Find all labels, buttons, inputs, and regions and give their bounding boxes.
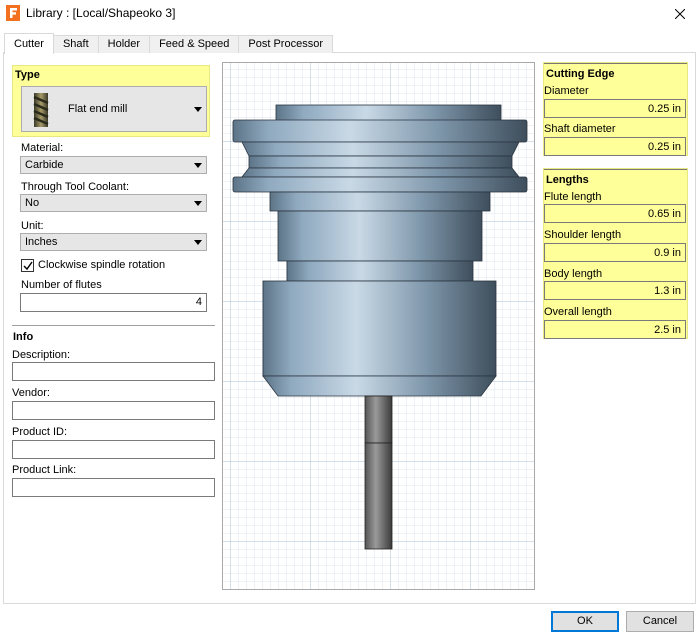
material-dropdown[interactable]: Carbide (20, 156, 207, 174)
coolant-dropdown[interactable]: No (20, 194, 207, 212)
cancel-button[interactable]: Cancel (626, 611, 694, 632)
flute-length-input[interactable]: 0.65 in (544, 204, 686, 223)
unit-dropdown[interactable]: Inches (20, 233, 207, 251)
tool-type-value: Flat end mill (68, 103, 128, 115)
tool-type-dropdown[interactable]: Flat end mill (21, 86, 207, 132)
chevron-down-icon (194, 107, 202, 112)
tool-holder-render (223, 63, 534, 589)
shaft-diameter-input[interactable]: 0.25 in (544, 137, 686, 156)
type-section: Type Flat end mill (12, 65, 210, 137)
material-label: Material: (21, 142, 64, 154)
vendor-label: Vendor: (12, 387, 50, 399)
lengths-section: Lengths Flute length 0.65 in Shoulder le… (543, 168, 688, 339)
flutes-input[interactable]: 4 (20, 293, 207, 312)
overall-length-label: Overall length (544, 306, 612, 318)
unit-value: Inches (25, 236, 58, 248)
flutes-value: 4 (195, 296, 202, 308)
unit-label: Unit: (21, 220, 44, 232)
checkmark-icon (23, 261, 33, 271)
vendor-input[interactable] (12, 401, 215, 420)
body-length-value: 1.3 in (654, 285, 681, 297)
tab-feed-speed[interactable]: Feed & Speed (149, 35, 240, 53)
shoulder-length-label: Shoulder length (544, 229, 622, 241)
close-icon (675, 9, 685, 19)
window-title: Library : [Local/Shapeoko 3] (26, 6, 176, 20)
shoulder-length-value: 0.9 in (654, 247, 681, 259)
title-bar: Library : [Local/Shapeoko 3] (0, 0, 700, 28)
flat-end-mill-icon (33, 93, 49, 127)
cutter-shaft (364, 395, 393, 550)
product-link-input[interactable] (12, 478, 215, 497)
chevron-down-icon (194, 163, 202, 168)
lengths-title: Lengths (546, 174, 589, 186)
shaft-diameter-label: Shaft diameter (544, 123, 616, 135)
clockwise-label: Clockwise spindle rotation (38, 259, 166, 271)
info-divider (12, 325, 215, 326)
diameter-input[interactable]: 0.25 in (544, 99, 686, 118)
description-input[interactable] (12, 362, 215, 381)
chevron-down-icon (194, 240, 202, 245)
tab-post-processor[interactable]: Post Processor (238, 35, 333, 53)
shoulder-length-input[interactable]: 0.9 in (544, 243, 686, 262)
tool-preview[interactable] (222, 62, 535, 590)
coolant-label: Through Tool Coolant: (21, 181, 130, 193)
type-title: Type (15, 69, 40, 81)
overall-length-value: 2.5 in (654, 324, 681, 336)
body-length-label: Body length (544, 268, 603, 280)
ok-button[interactable]: OK (551, 611, 619, 632)
product-id-input[interactable] (12, 440, 215, 459)
cutting-edge-section: Cutting Edge Diameter 0.25 in Shaft diam… (543, 62, 688, 156)
flute-length-value: 0.65 in (647, 208, 681, 220)
diameter-value: 0.25 in (647, 103, 681, 115)
fusion-f-icon (6, 5, 20, 21)
info-title: Info (13, 331, 34, 343)
tab-holder[interactable]: Holder (97, 35, 151, 53)
section-divider (544, 63, 687, 64)
description-label: Description: (12, 349, 71, 361)
tab-shaft[interactable]: Shaft (52, 35, 99, 53)
tab-bar: Cutter Shaft Holder Feed & Speed Post Pr… (4, 33, 333, 54)
chevron-down-icon (194, 201, 202, 206)
cutting-edge-title: Cutting Edge (546, 68, 615, 80)
tab-cutter[interactable]: Cutter (4, 33, 54, 54)
product-link-label: Product Link: (12, 464, 77, 476)
section-divider (544, 169, 687, 170)
body-length-input[interactable]: 1.3 in (544, 281, 686, 300)
clockwise-checkbox[interactable] (21, 259, 34, 272)
coolant-value: No (25, 197, 40, 209)
diameter-label: Diameter (544, 85, 589, 97)
material-value: Carbide (25, 159, 64, 171)
flute-length-label: Flute length (544, 191, 602, 203)
product-id-label: Product ID: (12, 426, 68, 438)
shaft-diameter-value: 0.25 in (647, 141, 681, 153)
close-button[interactable] (660, 0, 700, 28)
overall-length-input[interactable]: 2.5 in (544, 320, 686, 339)
flutes-label: Number of flutes (21, 279, 102, 291)
